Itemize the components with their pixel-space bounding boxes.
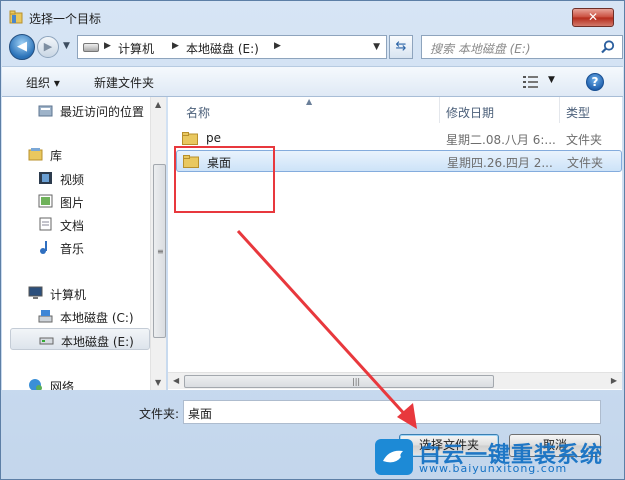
nav-item-label: 库	[50, 149, 63, 163]
library-icon	[28, 148, 43, 161]
navigation-pane: 最近访问的位置 库 视频 图片 文档 音乐 计算机 本地磁盘 (C:) 本地磁盘…	[2, 97, 166, 390]
new-folder-button[interactable]: 新建文件夹	[94, 74, 154, 91]
computer-icon	[28, 286, 43, 299]
history-dropdown-icon[interactable]: ▼	[63, 41, 70, 51]
view-dropdown-icon[interactable]: ▼	[548, 75, 555, 85]
forward-button[interactable]: ▶	[37, 36, 59, 58]
watermark-logo-icon	[375, 439, 413, 475]
system-drive-icon	[38, 310, 53, 323]
scroll-left-icon[interactable]: ◀	[173, 376, 179, 385]
watermark-url: www.baiyunxitong.com	[419, 462, 568, 475]
search-icon[interactable]	[600, 39, 616, 55]
command-toolbar: 组织 ▾ 新建文件夹 ▼ ?	[2, 66, 623, 97]
search-input[interactable]: 搜索 本地磁盘 (E:)	[421, 35, 623, 59]
help-button[interactable]: ?	[586, 73, 604, 91]
nav-item-label: 文档	[60, 219, 85, 233]
documents-icon	[39, 217, 52, 231]
nav-item-label: 本地磁盘 (E:)	[61, 335, 134, 349]
sort-ascending-icon: ▲	[306, 97, 313, 106]
breadcrumb-chevron-icon[interactable]: ▶	[172, 41, 179, 51]
nav-item-drive-c[interactable]: 本地磁盘 (C:)	[2, 305, 152, 327]
nav-item-drive-e[interactable]: 本地磁盘 (E:)	[10, 328, 150, 350]
nav-item-label: 本地磁盘 (C:)	[60, 311, 134, 325]
scroll-up-icon[interactable]: ▲	[155, 100, 161, 109]
nav-item-video[interactable]: 视频	[2, 167, 152, 189]
nav-item-label: 计算机	[50, 288, 87, 302]
drive-icon	[39, 337, 54, 345]
nav-item-network[interactable]: 网络	[2, 374, 152, 390]
file-name: pe	[206, 131, 221, 145]
file-list-scrollbar[interactable]: ◀ ||| ▶	[168, 372, 622, 389]
folder-field-label: 文件夹:	[139, 407, 180, 421]
nav-item-label: 视频	[60, 173, 85, 187]
nav-item-recent-places[interactable]: 最近访问的位置	[2, 99, 152, 121]
scroll-down-icon[interactable]: ▼	[155, 378, 161, 387]
column-header-name[interactable]: ▲ 名称	[168, 97, 440, 123]
nav-item-computer[interactable]: 计算机	[2, 282, 152, 304]
scroll-thumb[interactable]: |||	[184, 375, 494, 388]
breadcrumb-drive-e[interactable]: 本地磁盘 (E:)	[186, 40, 259, 57]
refresh-button[interactable]: ⇆	[389, 35, 413, 59]
column-header-label: 名称	[186, 106, 211, 120]
nav-item-label: 网络	[50, 380, 75, 390]
folder-icon	[182, 132, 198, 145]
close-button[interactable]: ✕	[572, 8, 614, 27]
scroll-thumb[interactable]: ≡	[153, 164, 166, 338]
nav-item-label: 图片	[60, 196, 85, 210]
file-type: 文件夹	[567, 156, 604, 170]
nav-scrollbar[interactable]: ▲ ≡ ▼	[150, 97, 166, 390]
nav-item-label: 最近访问的位置	[60, 105, 145, 119]
network-icon	[29, 379, 42, 390]
scroll-right-icon[interactable]: ▶	[611, 376, 617, 385]
folder-icon	[9, 10, 23, 24]
column-header-date[interactable]: 修改日期	[440, 97, 560, 123]
nav-item-pictures[interactable]: 图片	[2, 190, 152, 212]
breadcrumb-chevron-icon[interactable]: ▶	[274, 41, 281, 51]
nav-item-documents[interactable]: 文档	[2, 213, 152, 235]
nav-item-label: 音乐	[60, 242, 85, 256]
file-date: 星期二.08.八月 6:...	[446, 133, 556, 147]
column-header-label: 类型	[566, 106, 591, 120]
nav-item-music[interactable]: 音乐	[2, 236, 152, 258]
address-bar[interactable]: ▶ 计算机 ▶ 本地磁盘 (E:) ▶ ▼	[77, 35, 387, 59]
folder-name-input[interactable]: 桌面	[183, 400, 601, 424]
navigation-bar: ◀ ▶ ▼ ▶ 计算机 ▶ 本地磁盘 (E:) ▶ ▼ ⇆ 搜索 本地磁盘 (E…	[7, 34, 623, 60]
view-options-icon[interactable]	[522, 75, 540, 89]
organize-menu[interactable]: 组织 ▾	[26, 74, 60, 91]
column-header-label: 修改日期	[446, 106, 495, 120]
title-bar: 选择一个目标 ✕	[1, 1, 624, 33]
file-date: 星期四.26.四月 2...	[447, 156, 553, 170]
address-dropdown-icon[interactable]: ▼	[373, 42, 380, 52]
pictures-icon	[38, 194, 53, 208]
window-title: 选择一个目标	[29, 12, 102, 26]
highlight-box	[174, 146, 275, 213]
search-placeholder: 搜索 本地磁盘 (E:)	[430, 42, 531, 56]
breadcrumb-chevron-icon[interactable]: ▶	[104, 41, 111, 51]
video-icon	[39, 172, 52, 184]
file-list: ▲ 名称 修改日期 类型 pe 星期二.08.八月 6:... 文件夹 桌面 星…	[168, 97, 622, 390]
back-button[interactable]: ◀	[9, 34, 35, 60]
nav-item-library[interactable]: 库	[2, 143, 152, 165]
file-type: 文件夹	[566, 133, 603, 147]
music-icon	[40, 241, 47, 254]
drive-icon	[83, 43, 99, 52]
recent-places-icon	[38, 105, 53, 117]
breadcrumb-computer[interactable]: 计算机	[118, 40, 154, 57]
column-header-type[interactable]: 类型	[560, 97, 622, 123]
file-picker-dialog: 选择一个目标 ✕ ◀ ▶ ▼ ▶ 计算机 ▶ 本地磁盘 (E:) ▶ ▼ ⇆ 搜…	[0, 0, 625, 480]
